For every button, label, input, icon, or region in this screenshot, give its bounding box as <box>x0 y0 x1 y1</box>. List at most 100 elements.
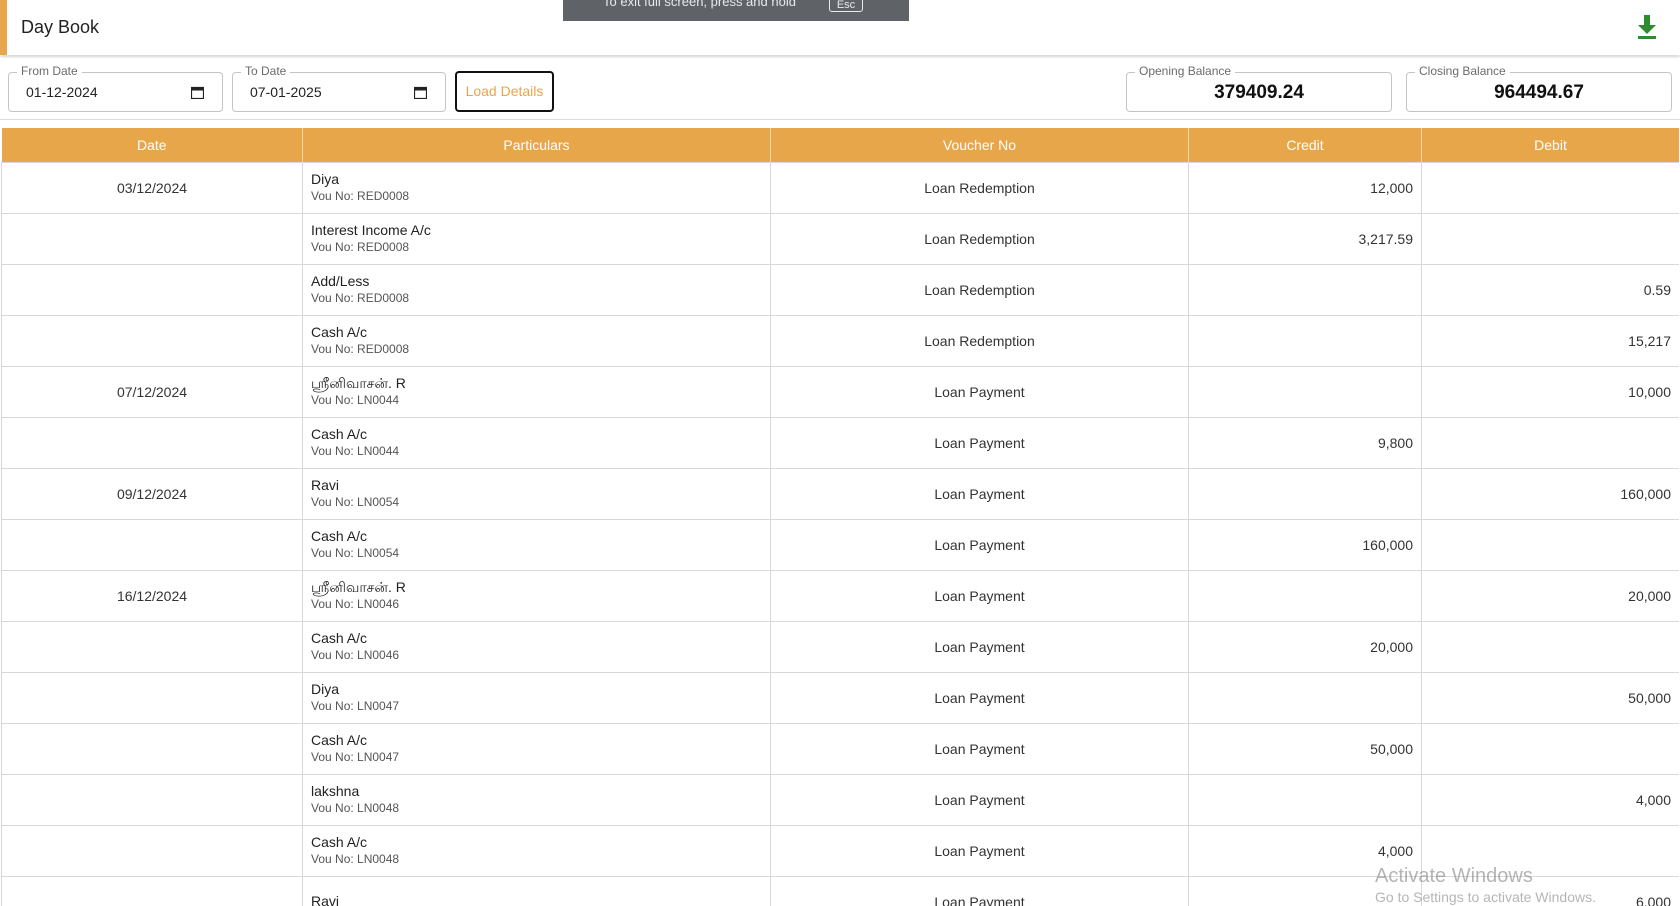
table-row[interactable]: Cash A/c Vou No: LN0048 Loan Payment 4,000 <box>1 824 1679 877</box>
cell-voucher-no: Loan Redemption <box>770 161 1189 214</box>
cell-date <box>1 620 303 673</box>
particulars-voucher-ref: Vou No: LN0054 <box>311 546 400 560</box>
from-date-value: 01-12-2024 <box>26 84 98 100</box>
daybook-table: Date Particulars Voucher No Credit Debit… <box>1 128 1679 906</box>
cell-credit <box>1188 875 1422 906</box>
table-header-row: Date Particulars Voucher No Credit Debit <box>1 128 1679 162</box>
particulars-voucher-ref: Vou No: LN0054 <box>311 495 400 509</box>
table-row[interactable]: 03/12/2024 Diya Vou No: RED0008 Loan Redemp… <box>1 161 1679 214</box>
table-row[interactable]: Ravi Loan Payment 6,000 <box>1 875 1679 906</box>
cell-credit: 12,000 <box>1188 161 1422 214</box>
table-row[interactable]: 09/12/2024 Ravi Vou No: LN0054 Loan Payment… <box>1 467 1679 520</box>
load-details-button[interactable]: Load Details <box>455 71 554 112</box>
from-date-field[interactable]: From Date 01-12-2024 <box>8 64 223 112</box>
opening-balance-label: Opening Balance <box>1135 64 1236 78</box>
particulars-voucher-ref: Vou No: LN0046 <box>311 648 400 662</box>
particulars-voucher-ref: Vou No: LN0048 <box>311 801 400 815</box>
table-row[interactable]: Cash A/c Vou No: RED0008 Loan Redemption 15… <box>1 314 1679 367</box>
cell-debit <box>1421 722 1679 775</box>
cell-particulars: Cash A/c Vou No: LN0046 <box>302 620 771 673</box>
cell-debit: 10,000 <box>1421 365 1679 418</box>
column-header-particulars[interactable]: Particulars <box>302 128 771 162</box>
calendar-icon[interactable] <box>191 86 204 99</box>
table-body: 03/12/2024 Diya Vou No: RED0008 Loan Redemp… <box>1 161 1679 906</box>
cell-particulars: Cash A/c Vou No: LN0054 <box>302 518 771 571</box>
daybook-table-container[interactable]: Date Particulars Voucher No Credit Debit… <box>1 128 1679 906</box>
cell-particulars: Ravi Vou No: LN0054 <box>302 467 771 520</box>
cell-credit <box>1188 365 1422 418</box>
particulars-name: ஸ்ரீனிவாசன். R <box>311 579 406 595</box>
cell-voucher-no: Loan Redemption <box>770 314 1189 367</box>
table-row[interactable]: Add/Less Vou No: RED0008 Loan Redemption 0.… <box>1 263 1679 316</box>
cell-credit <box>1188 569 1422 622</box>
cell-debit <box>1421 518 1679 571</box>
cell-credit <box>1188 314 1422 367</box>
cell-credit <box>1188 263 1422 316</box>
particulars-name: Diya <box>311 681 340 697</box>
column-header-voucher-no[interactable]: Voucher No <box>770 128 1189 162</box>
table-row[interactable]: Diya Vou No: LN0047 Loan Payment 50,000 <box>1 671 1679 724</box>
column-header-credit[interactable]: Credit <box>1188 128 1422 162</box>
table-row[interactable]: 07/12/2024 ஸ்ரீனிவாசன். R Vou No: LN0044 Lo… <box>1 365 1679 418</box>
closing-balance-value: 964494.67 <box>1494 82 1584 103</box>
calendar-icon[interactable] <box>414 86 427 99</box>
cell-debit <box>1421 824 1679 877</box>
table-row[interactable]: 16/12/2024 ஸ்ரீனிவாசன். R Vou No: LN0046 Lo… <box>1 569 1679 622</box>
cell-voucher-no: Loan Payment <box>770 773 1189 826</box>
cell-debit: 50,000 <box>1421 671 1679 724</box>
cell-voucher-no: Loan Payment <box>770 569 1189 622</box>
particulars-name: Cash A/c <box>311 630 368 646</box>
cell-credit: 3,217.59 <box>1188 212 1422 265</box>
cell-credit: 50,000 <box>1188 722 1422 775</box>
column-header-date[interactable]: Date <box>1 128 303 162</box>
cell-particulars: Cash A/c Vou No: RED0008 <box>302 314 771 367</box>
to-date-field[interactable]: To Date 07-01-2025 <box>232 64 446 112</box>
closing-balance-label: Closing Balance <box>1415 64 1510 78</box>
esc-key-hint: Esc <box>829 0 863 12</box>
cell-date <box>1 263 303 316</box>
cell-particulars: Cash A/c Vou No: LN0047 <box>302 722 771 775</box>
table-row[interactable]: Cash A/c Vou No: LN0047 Loan Payment 50,000 <box>1 722 1679 775</box>
opening-balance-value: 379409.24 <box>1214 82 1304 103</box>
cell-credit: 20,000 <box>1188 620 1422 673</box>
cell-credit: 4,000 <box>1188 824 1422 877</box>
cell-debit: 20,000 <box>1421 569 1679 622</box>
fullscreen-banner-text: To exit full screen, press and hold <box>603 0 796 9</box>
cell-voucher-no: Loan Payment <box>770 365 1189 418</box>
particulars-name: ஸ்ரீனிவாசன். R <box>311 375 406 391</box>
particulars-name: Cash A/c <box>311 834 368 850</box>
particulars-name: Cash A/c <box>311 528 368 544</box>
table-row[interactable]: lakshna Vou No: LN0048 Loan Payment 4,000 <box>1 773 1679 826</box>
cell-voucher-no: Loan Payment <box>770 824 1189 877</box>
cell-particulars: Add/Less Vou No: RED0008 <box>302 263 771 316</box>
cell-date: 16/12/2024 <box>1 569 303 622</box>
cell-date <box>1 773 303 826</box>
cell-voucher-no: Loan Payment <box>770 518 1189 571</box>
particulars-voucher-ref: Vou No: LN0044 <box>311 444 400 458</box>
particulars-voucher-ref: Vou No: LN0047 <box>311 699 400 713</box>
cell-credit <box>1188 773 1422 826</box>
cell-voucher-no: Loan Payment <box>770 875 1189 906</box>
closing-balance-field: Closing Balance 964494.67 <box>1406 64 1672 112</box>
cell-voucher-no: Loan Payment <box>770 620 1189 673</box>
cell-credit: 9,800 <box>1188 416 1422 469</box>
table-row[interactable]: Interest Income A/c Vou No: RED0008 Loan R… <box>1 212 1679 265</box>
download-icon[interactable] <box>1636 14 1658 40</box>
table-row[interactable]: Cash A/c Vou No: LN0054 Loan Payment 160,00… <box>1 518 1679 571</box>
cell-date: 07/12/2024 <box>1 365 303 418</box>
cell-date <box>1 824 303 877</box>
cell-date <box>1 212 303 265</box>
particulars-voucher-ref: Vou No: RED0008 <box>311 291 410 305</box>
column-header-debit[interactable]: Debit <box>1421 128 1679 162</box>
particulars-voucher-ref: Vou No: LN0044 <box>311 393 400 407</box>
table-row[interactable]: Cash A/c Vou No: LN0044 Loan Payment 9,800 <box>1 416 1679 469</box>
filter-bar: From Date 01-12-2024 To Date 07-01-2025 … <box>0 58 1680 120</box>
cell-particulars: Cash A/c Vou No: LN0048 <box>302 824 771 877</box>
cell-debit: 4,000 <box>1421 773 1679 826</box>
cell-date <box>1 722 303 775</box>
cell-debit: 6,000 <box>1421 875 1679 906</box>
cell-date: 09/12/2024 <box>1 467 303 520</box>
table-row[interactable]: Cash A/c Vou No: LN0046 Loan Payment 20,000 <box>1 620 1679 673</box>
particulars-voucher-ref: Vou No: RED0008 <box>311 342 410 356</box>
cell-voucher-no: Loan Payment <box>770 467 1189 520</box>
